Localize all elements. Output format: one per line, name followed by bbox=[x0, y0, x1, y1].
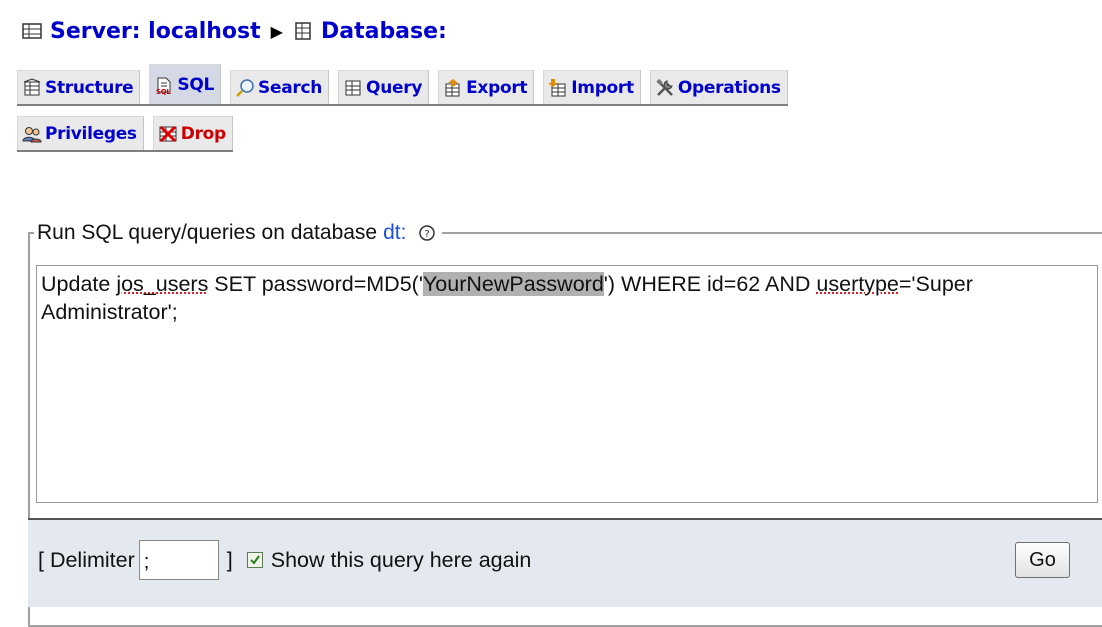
go-button[interactable]: Go bbox=[1015, 542, 1070, 578]
tab-label: Drop bbox=[180, 123, 226, 144]
tab-search[interactable]: Search bbox=[230, 70, 330, 104]
tab-bar-secondary: Privileges Drop bbox=[17, 116, 233, 152]
tab-import[interactable]: Import bbox=[543, 70, 641, 104]
sql-text: ') WHERE id=62 AND bbox=[603, 272, 817, 296]
tab-label: Structure bbox=[45, 77, 134, 98]
tab-label: Operations bbox=[677, 77, 781, 98]
tab-drop[interactable]: Drop bbox=[152, 116, 233, 150]
tab-export[interactable]: Export bbox=[438, 70, 535, 104]
query-legend: Run SQL query/queries on database dt: ? bbox=[34, 216, 443, 250]
tab-privileges[interactable]: Privileges bbox=[17, 116, 144, 150]
tab-query[interactable]: Query bbox=[338, 70, 430, 104]
tab-bar-primary: Structure SQL SQL Search Query Export Im… bbox=[17, 64, 788, 106]
database-icon bbox=[295, 22, 311, 40]
checkmark-icon bbox=[250, 555, 260, 565]
tab-label: SQL bbox=[177, 74, 215, 95]
server-icon bbox=[22, 23, 42, 39]
tab-label: Query bbox=[366, 77, 423, 98]
sql-query-textarea[interactable]: Update jos_users SET password=MD5('YourN… bbox=[36, 265, 1098, 503]
tab-label: Import bbox=[571, 77, 634, 98]
svg-text:SQL: SQL bbox=[156, 88, 171, 95]
export-icon bbox=[445, 78, 460, 96]
tab-sql[interactable]: SQL SQL bbox=[149, 64, 222, 104]
tab-structure[interactable]: Structure bbox=[17, 70, 141, 104]
breadcrumb: Server: localhost ▶ Database: bbox=[22, 14, 447, 48]
delimiter-bracket: ] bbox=[226, 547, 233, 572]
server-link[interactable]: Server: localhost bbox=[50, 19, 261, 44]
tab-operations[interactable]: Operations bbox=[649, 70, 788, 104]
import-icon bbox=[548, 78, 566, 96]
delimiter-label: [ Delimiter bbox=[38, 547, 135, 572]
structure-icon bbox=[23, 77, 41, 95]
tab-label: Privileges bbox=[45, 123, 137, 144]
show-query-again-label[interactable]: Show this query here again bbox=[271, 548, 532, 573]
drop-icon bbox=[159, 125, 177, 142]
help-icon[interactable]: ? bbox=[418, 224, 436, 242]
show-query-again-checkbox[interactable] bbox=[246, 552, 263, 568]
sql-text: SET password=MD5(' bbox=[208, 272, 423, 296]
legend-text: Run SQL query/queries on database bbox=[37, 221, 378, 244]
operations-icon bbox=[656, 78, 673, 96]
query-options: [ Delimiter ] Show this query here again bbox=[38, 540, 531, 580]
privileges-icon bbox=[22, 126, 42, 142]
database-link[interactable]: Database: bbox=[321, 19, 447, 44]
delimiter-input[interactable] bbox=[138, 540, 219, 580]
sql-icon: SQL bbox=[156, 77, 172, 95]
database-name-link[interactable]: dt: bbox=[383, 221, 406, 245]
svg-text:?: ? bbox=[425, 229, 430, 240]
search-icon bbox=[236, 78, 254, 97]
tab-label: Export bbox=[466, 77, 528, 98]
sql-selected-text: YourNewPassword bbox=[422, 272, 604, 296]
tab-label: Search bbox=[258, 77, 323, 98]
breadcrumb-separator: ▶ bbox=[270, 21, 283, 41]
sql-table-name: jos_users bbox=[116, 272, 209, 296]
sql-text: Update bbox=[41, 272, 117, 296]
sql-column-name: usertype bbox=[816, 272, 899, 296]
query-icon bbox=[345, 80, 361, 95]
